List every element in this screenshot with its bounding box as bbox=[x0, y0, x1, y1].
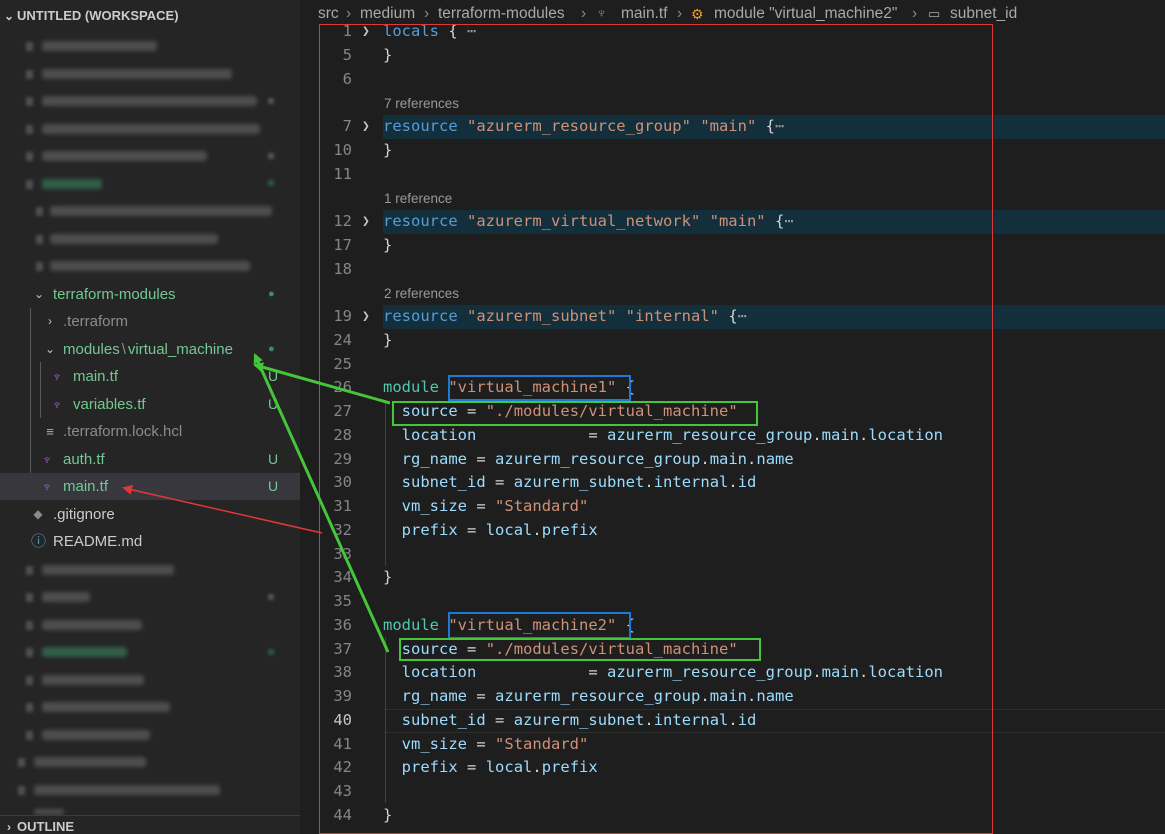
modified-dot: ● bbox=[268, 343, 275, 355]
terraform-file-icon: ♆ bbox=[51, 368, 63, 384]
untracked-badge: U bbox=[268, 368, 279, 384]
terraform-file-icon: ♆ bbox=[51, 396, 63, 412]
chevron-down-icon: ⌄ bbox=[44, 342, 56, 356]
untracked-badge: U bbox=[268, 478, 279, 494]
chevron-down-icon: ⌄ bbox=[33, 287, 45, 301]
annotation-green-box bbox=[392, 401, 758, 426]
outline-title: OUTLINE bbox=[17, 819, 75, 834]
tree-folder-modules-virtual-machine[interactable]: ⌄ modules \ virtual_machine ● bbox=[0, 336, 300, 363]
lines-file-icon: ≡ bbox=[46, 424, 54, 439]
untracked-badge: U bbox=[268, 451, 279, 467]
chevron-right-icon: › bbox=[48, 314, 52, 328]
tree-file-vm-main-tf[interactable]: ♆ main.tf U bbox=[0, 363, 300, 390]
tree-file-main-tf[interactable]: ♆ main.tf U bbox=[0, 473, 300, 500]
tree-folder-dot-terraform[interactable]: › .terraform bbox=[0, 308, 300, 335]
chevron-right-icon: › bbox=[7, 820, 11, 834]
tree-file-lock-hcl[interactable]: ≡ .terraform.lock.hcl bbox=[0, 418, 300, 445]
workspace-header[interactable]: ⌄ UNTITLED (WORKSPACE) bbox=[0, 0, 300, 32]
explorer-sidebar: ⌄ UNTITLED (WORKSPACE) ⌄ terraform-modul… bbox=[0, 0, 300, 834]
git-file-icon: ◆ bbox=[33, 507, 43, 521]
annotation-blue-box bbox=[448, 375, 631, 401]
annotation-red-frame bbox=[319, 24, 993, 834]
tree-folder-terraform-modules[interactable]: ⌄ terraform-modules ● bbox=[0, 281, 300, 308]
chevron-down-icon: ⌄ bbox=[3, 9, 15, 23]
terraform-file-icon: ♆ bbox=[41, 451, 53, 467]
annotation-blue-box bbox=[448, 612, 631, 639]
tree-file-gitignore[interactable]: ◆ .gitignore bbox=[0, 501, 300, 528]
tree-file-auth-tf[interactable]: ♆ auth.tf U bbox=[0, 446, 300, 473]
untracked-badge: U bbox=[268, 396, 279, 412]
annotation-green-box bbox=[399, 638, 761, 661]
tree-file-vm-variables-tf[interactable]: ♆ variables.tf U bbox=[0, 391, 300, 418]
terraform-file-icon: ♆ bbox=[41, 478, 53, 494]
workspace-title: UNTITLED (WORKSPACE) bbox=[17, 8, 179, 23]
modified-dot: ● bbox=[268, 288, 275, 300]
outline-header[interactable]: › OUTLINE bbox=[0, 815, 300, 834]
tree-file-readme[interactable]: ⓘ README.md bbox=[0, 528, 300, 555]
info-icon: ⓘ bbox=[31, 533, 47, 550]
